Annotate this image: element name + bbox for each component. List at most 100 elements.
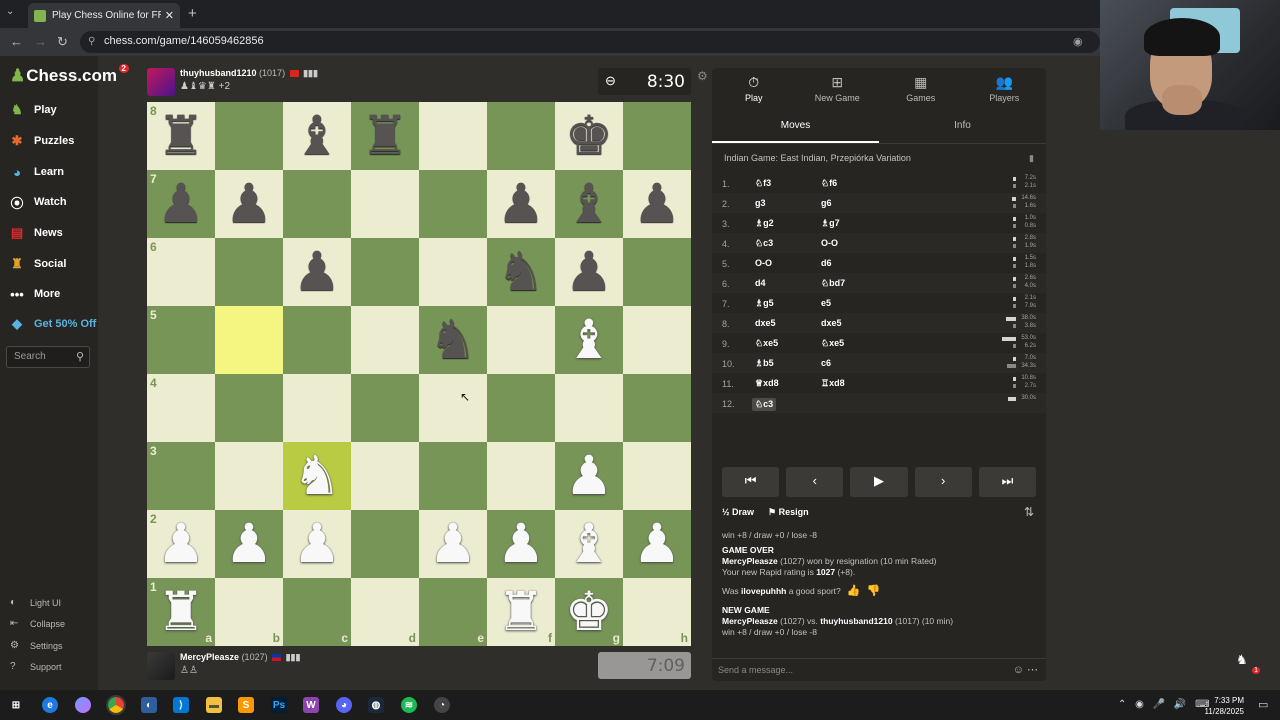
square-h6[interactable] bbox=[623, 238, 691, 306]
draw-button[interactable]: ½ Draw bbox=[722, 507, 754, 518]
square-c7[interactable] bbox=[283, 170, 351, 238]
square-g3[interactable]: ♟ bbox=[555, 442, 623, 510]
sidebar-item-more[interactable]: ••• More bbox=[8, 286, 60, 302]
square-d5[interactable] bbox=[351, 306, 419, 374]
sidebar-item-puzzles[interactable]: ✱ Puzzles bbox=[8, 133, 75, 149]
chess-logo[interactable]: ♟Chess.com 2 bbox=[10, 64, 129, 86]
black-move[interactable]: ♗g7 bbox=[821, 218, 840, 229]
black-pawn[interactable]: ♟ bbox=[293, 245, 341, 299]
white-move[interactable]: dxe5 bbox=[755, 318, 776, 328]
square-e6[interactable] bbox=[419, 238, 487, 306]
copilot-icon[interactable] bbox=[75, 697, 91, 713]
steam-icon[interactable]: ◍ bbox=[368, 697, 384, 713]
sidebar-item-news[interactable]: ▤ News bbox=[8, 225, 63, 241]
white-move[interactable]: ♘f3 bbox=[755, 178, 771, 189]
tab-info[interactable]: Info bbox=[879, 112, 1046, 143]
more-options-icon[interactable]: ⋯ bbox=[1027, 664, 1038, 676]
thumbs-up-icon[interactable]: 👍 bbox=[847, 586, 861, 597]
sidebar-item-social[interactable]: ♜ Social bbox=[8, 256, 66, 272]
photoshop-icon[interactable]: Ps bbox=[271, 697, 287, 713]
sidebar-settings[interactable]: ⚙ Settings bbox=[10, 640, 63, 651]
app-icon[interactable]: ◐ bbox=[141, 697, 157, 713]
white-rook[interactable]: ♜ bbox=[157, 585, 205, 639]
black-rook[interactable]: ♜ bbox=[361, 109, 409, 163]
black-king[interactable]: ♚ bbox=[565, 109, 613, 163]
black-pawn[interactable]: ♟ bbox=[497, 177, 545, 231]
site-info-icon[interactable]: ⚲ bbox=[88, 36, 95, 47]
sidebar-search-input[interactable]: Search ⚲ bbox=[6, 346, 90, 368]
chess-overlay-icon[interactable]: ♞ 1 bbox=[1236, 652, 1260, 674]
sublime-icon[interactable]: S bbox=[238, 697, 254, 713]
white-move[interactable]: ♕xd8 bbox=[755, 378, 779, 389]
chat-player-link[interactable]: thuyhusband1210 bbox=[820, 616, 892, 626]
spotify-icon[interactable]: ≋ bbox=[401, 697, 417, 713]
square-b1[interactable]: b bbox=[215, 578, 283, 646]
black-pawn[interactable]: ♟ bbox=[225, 177, 273, 231]
browser-tab[interactable]: Play Chess Online for FREE - 2 P ✕ bbox=[28, 3, 180, 28]
play-button[interactable]: ▶ bbox=[850, 467, 908, 497]
square-d4[interactable] bbox=[351, 374, 419, 442]
notification-icon[interactable]: ▭ bbox=[1258, 698, 1268, 711]
square-e5[interactable]: ♞ bbox=[419, 306, 487, 374]
black-move[interactable]: ♘bd7 bbox=[821, 278, 845, 289]
square-a6[interactable]: 6 bbox=[147, 238, 215, 306]
square-c1[interactable]: c bbox=[283, 578, 351, 646]
square-b3[interactable] bbox=[215, 442, 283, 510]
chat-message-input[interactable]: Send a message... ☺ ⋯ bbox=[712, 658, 1046, 682]
black-bishop[interactable]: ♝ bbox=[293, 109, 341, 163]
app-circle-icon[interactable]: ◔ bbox=[434, 697, 450, 713]
reload-icon[interactable]: ↻ bbox=[57, 34, 68, 50]
square-b7[interactable]: ♟ bbox=[215, 170, 283, 238]
white-pawn[interactable]: ♟ bbox=[293, 517, 341, 571]
square-f4[interactable] bbox=[487, 374, 555, 442]
thumbs-down-icon[interactable]: 👎 bbox=[866, 586, 880, 597]
sidebar-item-play[interactable]: ♞ Play bbox=[8, 102, 56, 118]
square-e1[interactable]: e bbox=[419, 578, 487, 646]
chat-player-link[interactable]: ilovepuhhh bbox=[741, 586, 786, 596]
bottom-player-name-row[interactable]: MercyPleasze (1027) ▮▮▮ bbox=[180, 652, 300, 663]
black-pawn[interactable]: ♟ bbox=[633, 177, 681, 231]
emoji-icon[interactable]: ☺ bbox=[1013, 664, 1024, 676]
white-bishop[interactable]: ♝ bbox=[565, 517, 613, 571]
forward-icon[interactable]: → bbox=[34, 34, 47, 49]
square-f8[interactable] bbox=[487, 102, 555, 170]
square-h4[interactable] bbox=[623, 374, 691, 442]
square-a8[interactable]: 8 ♜ bbox=[147, 102, 215, 170]
back-icon[interactable]: ← bbox=[10, 34, 23, 49]
white-pawn[interactable]: ♟ bbox=[429, 517, 477, 571]
white-move[interactable]: g3 bbox=[755, 198, 766, 208]
square-h5[interactable] bbox=[623, 306, 691, 374]
white-move[interactable]: ♗g5 bbox=[755, 298, 774, 309]
square-g1[interactable]: g ♚ bbox=[555, 578, 623, 646]
square-b4[interactable] bbox=[215, 374, 283, 442]
square-f5[interactable] bbox=[487, 306, 555, 374]
square-f3[interactable] bbox=[487, 442, 555, 510]
square-h1[interactable]: h bbox=[623, 578, 691, 646]
previous-move-button[interactable]: ‹ bbox=[786, 467, 844, 497]
book-icon[interactable]: ▮ bbox=[1029, 153, 1034, 164]
black-move[interactable]: O-O bbox=[821, 238, 838, 248]
chat-player-link[interactable]: MercyPleasze bbox=[722, 616, 778, 626]
tab-players[interactable]: 👥 Players bbox=[963, 68, 1047, 108]
square-b8[interactable] bbox=[215, 102, 283, 170]
resign-button[interactable]: ⚑ Resign bbox=[768, 507, 809, 518]
tab-games[interactable]: ▦ Games bbox=[879, 68, 963, 108]
square-a7[interactable]: 7 ♟ bbox=[147, 170, 215, 238]
square-g4[interactable] bbox=[555, 374, 623, 442]
new-tab-icon[interactable]: + bbox=[188, 5, 197, 22]
black-pawn[interactable]: ♟ bbox=[157, 177, 205, 231]
square-d8[interactable]: ♜ bbox=[351, 102, 419, 170]
square-b2[interactable]: ♟ bbox=[215, 510, 283, 578]
square-a1[interactable]: 1 a ♜ bbox=[147, 578, 215, 646]
white-pawn[interactable]: ♟ bbox=[633, 517, 681, 571]
square-g8[interactable]: ♚ bbox=[555, 102, 623, 170]
square-a5[interactable]: 5 bbox=[147, 306, 215, 374]
chrome-icon[interactable] bbox=[106, 695, 126, 715]
chess-board[interactable]: 8 ♜ ♝ ♜ ♚ 7 ♟ ♟ ♟ ♝ ♟ 6 ♟ ♞ ♟ 5 ♞ ♝ 4 3 ♞ ♟ 2 ♟ ♟ ♟ ♟ ♟ ♝ ♟ 1 a ♜ b c d e f ♜ g… bbox=[147, 102, 691, 646]
black-move[interactable]: d6 bbox=[821, 258, 832, 268]
black-rook[interactable]: ♜ bbox=[157, 109, 205, 163]
square-h8[interactable] bbox=[623, 102, 691, 170]
sidebar-light-ui[interactable]: ◐ Light UI bbox=[10, 597, 61, 608]
url-field[interactable]: ⚲ chess.com/game/146059462856 bbox=[80, 31, 1100, 53]
close-tab-icon[interactable]: ✕ bbox=[165, 9, 174, 22]
